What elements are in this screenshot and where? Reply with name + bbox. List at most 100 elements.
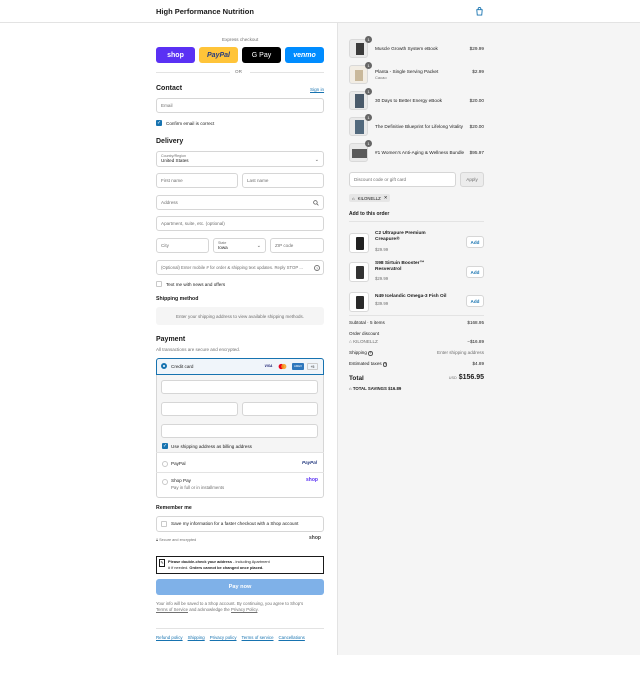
email-placeholder: Email bbox=[161, 103, 173, 108]
privacy-policy-link[interactable]: Privacy Policy bbox=[231, 607, 257, 612]
venmo-button[interactable]: venmo bbox=[285, 47, 324, 63]
upsell-name: N49 Icelandic Omega-3 Fish Oil bbox=[375, 294, 446, 299]
discount-code-field[interactable]: Discount code or gift card bbox=[349, 172, 456, 187]
order-summary-panel bbox=[337, 23, 640, 655]
terms-of-service-link[interactable]: Terms of Service bbox=[156, 607, 188, 612]
shopping-bag-icon[interactable] bbox=[475, 7, 484, 16]
delivery-heading: Delivery bbox=[156, 138, 184, 145]
zip-field[interactable]: ZIP code bbox=[270, 238, 324, 253]
notice-icon: ✎ bbox=[159, 559, 165, 567]
more-cards-badge: +5 bbox=[307, 363, 318, 370]
card-number-field[interactable] bbox=[161, 380, 318, 394]
google-pay-button[interactable]: G Pay bbox=[242, 47, 281, 63]
shop-pay-subtitle: Pay in full or in installments bbox=[171, 485, 225, 490]
use-shipping-label: Use shipping address as billing address bbox=[171, 444, 252, 449]
use-shipping-checkbox[interactable]: ✓ bbox=[162, 443, 168, 449]
store-name[interactable]: High Performance Nutrition bbox=[156, 7, 254, 16]
notice-bold-2: Orders cannot be changed once placed. bbox=[189, 564, 264, 570]
sign-in-link[interactable]: Sign in bbox=[310, 87, 324, 92]
info-icon[interactable]: ? bbox=[382, 362, 388, 367]
refund-policy-link[interactable]: Refund policy bbox=[156, 635, 183, 640]
country-value: United States bbox=[161, 158, 189, 163]
add-upsell-button[interactable]: Add bbox=[466, 266, 484, 278]
cart-item-price: $20.00 bbox=[469, 124, 484, 129]
upsell-name-line-1: N49 Icelandic Omega-3 Fish Oil bbox=[375, 294, 447, 299]
shop-pay-option-label[interactable]: Shop Pay bbox=[171, 478, 191, 483]
last-name-field[interactable]: Last name bbox=[242, 173, 324, 188]
mobile-field[interactable]: (Optional) Enter mobile # for order & sh… bbox=[156, 260, 324, 275]
help-icon[interactable]: ? bbox=[314, 265, 320, 271]
email-field[interactable]: Email bbox=[156, 98, 324, 113]
shipping-method-heading: Shipping method bbox=[156, 296, 199, 302]
google-pay-label: G Pay bbox=[251, 51, 272, 59]
mastercard-icon bbox=[277, 363, 288, 370]
text-me-checkbox[interactable] bbox=[156, 281, 162, 287]
shop-pay-button[interactable]: shop bbox=[156, 47, 195, 63]
shipping-label-text: Shipping bbox=[349, 350, 367, 355]
apartment-field[interactable]: Apartment, suite, etc. (optional) bbox=[156, 216, 324, 231]
savings-label: TOTAL SAVINGS bbox=[352, 386, 387, 391]
notice-text: Please double-check your address - inclu… bbox=[168, 559, 318, 570]
divider bbox=[156, 628, 324, 629]
credit-card-label: Credit card bbox=[171, 364, 194, 369]
upsell-name-line-2: Resveratrol bbox=[375, 267, 402, 272]
divider bbox=[156, 452, 324, 453]
discount-code-row: ⌂ KILONELLZ bbox=[349, 339, 378, 344]
remember-me-heading: Remember me bbox=[156, 505, 192, 511]
cart-item-name: Planta - Single Serving Packet bbox=[375, 69, 439, 74]
upsell-name-line-1: S98 Sirtuin Booster™ bbox=[375, 261, 425, 266]
privacy-policy-footer-link[interactable]: Privacy policy bbox=[210, 635, 237, 640]
add-upsell-button[interactable]: Add bbox=[466, 295, 484, 307]
subtotal-value: $168.95 bbox=[467, 320, 484, 325]
cart-item-price: $20.00 bbox=[469, 98, 484, 103]
close-icon[interactable]: ✕ bbox=[384, 195, 388, 201]
text-me-label: Text me with news and offers bbox=[166, 282, 226, 287]
shipping-method-note: Enter your shipping address to view avai… bbox=[156, 307, 324, 325]
notice-text-1: - including Apartment bbox=[232, 559, 270, 564]
chevron-down-icon: ⌄ bbox=[256, 243, 261, 249]
quantity-badge: 1 bbox=[365, 114, 372, 121]
shipping-link[interactable]: Shipping bbox=[188, 635, 205, 640]
pay-now-button[interactable]: Pay now bbox=[156, 579, 324, 595]
cart-item-name: The Definitive Blueprint for Lifelong Vi… bbox=[375, 124, 463, 129]
quantity-badge: 1 bbox=[365, 88, 372, 95]
name-on-card-field[interactable] bbox=[161, 424, 318, 438]
info-icon[interactable]: ? bbox=[368, 351, 373, 356]
tag-icon: ⌂ bbox=[349, 386, 352, 391]
state-select[interactable]: State Iowa ⌄ bbox=[213, 238, 266, 253]
footer-links: Refund policy Shipping Privacy policy Te… bbox=[156, 635, 305, 640]
paypal-button[interactable]: PayPal bbox=[199, 47, 238, 63]
security-code-field[interactable] bbox=[242, 402, 318, 416]
divider bbox=[156, 72, 230, 73]
credit-card-radio[interactable] bbox=[161, 363, 167, 369]
city-field[interactable]: City bbox=[156, 238, 209, 253]
total-savings: ⌂ TOTAL SAVINGS $16.89 bbox=[349, 386, 401, 391]
tag-icon: ⌂ bbox=[349, 339, 352, 344]
taxes-label: Estimated taxes ? bbox=[349, 361, 388, 367]
subtotal-label: Subtotal · 5 items bbox=[349, 320, 385, 325]
add-upsell-button[interactable]: Add bbox=[466, 236, 484, 248]
contact-heading: Contact bbox=[156, 85, 183, 92]
divider bbox=[156, 472, 324, 473]
city-placeholder: City bbox=[161, 243, 169, 248]
notice-text-2: # if needed. bbox=[168, 564, 190, 570]
save-info-checkbox[interactable] bbox=[161, 521, 167, 527]
first-name-field[interactable]: First name bbox=[156, 173, 238, 188]
currency-code: USD bbox=[448, 376, 457, 380]
paypal-option-label[interactable]: PayPal bbox=[171, 461, 186, 466]
apply-button[interactable]: Apply bbox=[460, 172, 484, 187]
total-row: USD $156.95 bbox=[449, 374, 484, 381]
shop-pay-label: shop bbox=[167, 51, 184, 59]
country-select[interactable]: Country/Region United States ⌄ bbox=[156, 151, 324, 167]
address-field[interactable]: Address bbox=[156, 195, 324, 210]
expiration-field[interactable] bbox=[161, 402, 238, 416]
add-to-order-heading: Add to this order bbox=[349, 211, 390, 217]
shop-pay-radio[interactable] bbox=[162, 479, 168, 485]
confirm-email-checkbox[interactable]: ✓ bbox=[156, 120, 162, 126]
paypal-radio[interactable] bbox=[162, 461, 168, 467]
paypal-logo: PayPal bbox=[302, 460, 318, 465]
secure-text: Secure and encrypted bbox=[159, 538, 197, 542]
terms-of-service-footer-link[interactable]: Terms of service bbox=[242, 635, 274, 640]
total-value: $156.95 bbox=[458, 374, 484, 381]
cancellations-link[interactable]: Cancellations bbox=[279, 635, 305, 640]
